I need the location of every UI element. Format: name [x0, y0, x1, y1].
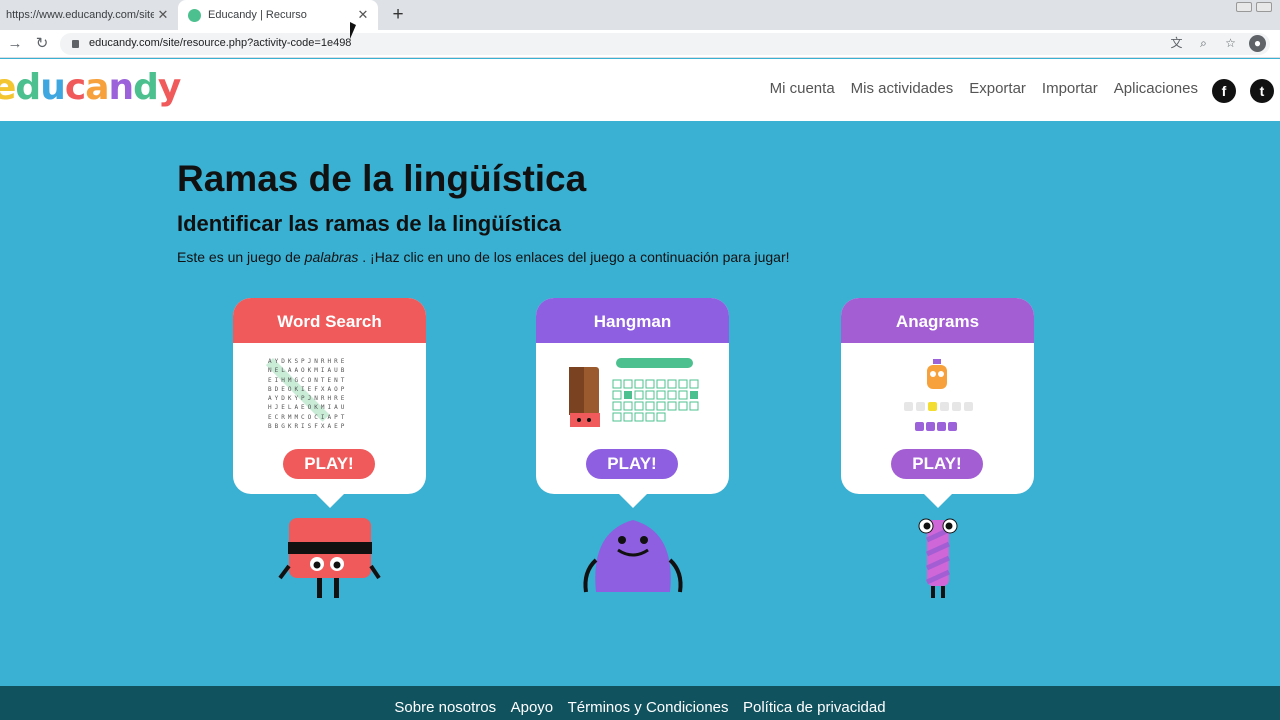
- logo-letter: d: [15, 67, 41, 108]
- game-card-anagrams[interactable]: Anagrams PLAY!: [841, 298, 1034, 508]
- logo-letter: n: [108, 67, 134, 108]
- logo-letter: e: [0, 67, 16, 108]
- word-search-preview: AYDKSPJNRHRE NELAAOKMIAUB EIHMGCONTENT B…: [268, 358, 348, 431]
- card-pointer: [619, 494, 647, 508]
- card-pointer: [316, 494, 344, 508]
- anagrams-preview: [904, 359, 973, 431]
- browser-toolbar: → ↻ educandy.com/site/resource.php?activ…: [0, 30, 1280, 58]
- reload-icon[interactable]: ↻: [32, 34, 52, 54]
- restore-icon[interactable]: [1256, 2, 1272, 12]
- tab-active[interactable]: Educandy | Recurso ✕: [178, 0, 378, 30]
- site-header: educandy Mi cuenta Mis actividades Expor…: [0, 59, 1280, 121]
- browser-tab-bar: https://www.educandy.com/site ✕ Educandy…: [0, 0, 1280, 30]
- hangman-character: [583, 520, 683, 593]
- educandy-favicon-icon: [188, 8, 201, 22]
- logo-letter: a: [85, 67, 109, 108]
- bookmark-star-icon[interactable]: ☆: [1222, 35, 1239, 52]
- game-card-word-search[interactable]: Word Search AYDKSPJNRHRE NELAAOKMIAUB EI…: [233, 298, 426, 508]
- card-title: Anagrams: [841, 298, 1034, 343]
- site-footer: Sobre nosotros Apoyo Términos y Condicio…: [0, 686, 1280, 720]
- zoom-icon[interactable]: ⌕: [1195, 35, 1212, 52]
- tab-close-icon[interactable]: ✕: [154, 7, 172, 23]
- page-title: Ramas de la lingüística: [177, 158, 587, 199]
- intro-before: Este es un juego de: [177, 249, 305, 265]
- tab-title: https://www.educandy.com/site: [6, 9, 154, 21]
- minimize-icon[interactable]: [1236, 2, 1252, 12]
- hangman-preview: [569, 358, 699, 427]
- window-controls: [1236, 2, 1272, 12]
- nav-mis-actividades[interactable]: Mis actividades: [851, 80, 954, 97]
- nav-importar[interactable]: Importar: [1042, 80, 1098, 97]
- tab-inactive[interactable]: https://www.educandy.com/site ✕: [0, 0, 178, 30]
- card-pointer: [924, 494, 952, 508]
- footer-link-apoyo[interactable]: Apoyo: [511, 686, 554, 720]
- facebook-icon[interactable]: f: [1212, 79, 1236, 103]
- footer-link-terminos[interactable]: Términos y Condiciones: [568, 686, 729, 720]
- nav-aplicaciones[interactable]: Aplicaciones: [1114, 80, 1198, 97]
- new-tab-icon[interactable]: +: [388, 4, 408, 26]
- nav-exportar[interactable]: Exportar: [969, 80, 1026, 97]
- translate-icon[interactable]: 文: [1168, 35, 1185, 52]
- anagrams-character: [918, 518, 958, 598]
- twitter-icon[interactable]: t: [1250, 79, 1274, 103]
- game-card-hangman[interactable]: Hangman PLAY!: [536, 298, 729, 508]
- lock-icon: [72, 40, 79, 48]
- address-bar[interactable]: educandy.com/site/resource.php?activity-…: [60, 33, 1270, 55]
- play-button-anagrams[interactable]: PLAY!: [891, 449, 983, 479]
- nav-mi-cuenta[interactable]: Mi cuenta: [770, 80, 835, 97]
- mouse-cursor-icon: [350, 22, 356, 39]
- tab-title: Educandy | Recurso: [208, 9, 307, 21]
- profile-icon[interactable]: ●: [1249, 35, 1266, 52]
- tab-close-icon[interactable]: ✕: [354, 7, 372, 23]
- intro-after: . ¡Haz clic en uno de los enlaces del ju…: [358, 249, 790, 265]
- educandy-logo[interactable]: educandy: [0, 67, 181, 108]
- intro-text: Este es un juego de palabras . ¡Haz clic…: [177, 249, 790, 265]
- logo-letter: c: [64, 67, 86, 108]
- forward-arrow-icon[interactable]: →: [5, 34, 25, 54]
- page-subtitle: Identificar las ramas de la lingüística: [177, 211, 561, 236]
- word-search-character: [278, 518, 381, 598]
- url-text: educandy.com/site/resource.php?activity-…: [89, 37, 352, 49]
- play-button-word-search[interactable]: PLAY!: [283, 449, 375, 479]
- logo-letter: u: [40, 67, 66, 108]
- card-title: Word Search: [233, 298, 426, 343]
- card-title: Hangman: [536, 298, 729, 343]
- footer-link-sobre-nosotros[interactable]: Sobre nosotros: [394, 686, 496, 720]
- play-button-hangman[interactable]: PLAY!: [586, 449, 678, 479]
- logo-letter: d: [133, 67, 159, 108]
- main-nav: Mi cuenta Mis actividades Exportar Impor…: [770, 80, 1198, 97]
- footer-link-privacidad[interactable]: Política de privacidad: [743, 686, 886, 720]
- logo-letter: y: [157, 67, 181, 108]
- intro-emphasis: palabras: [304, 249, 359, 265]
